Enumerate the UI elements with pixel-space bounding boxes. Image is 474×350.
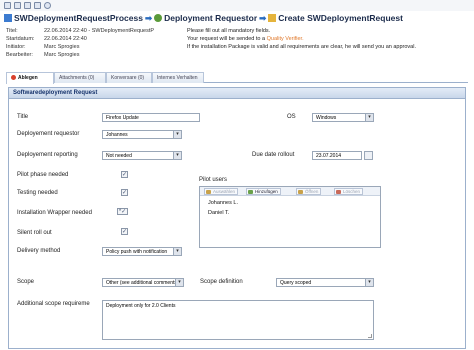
os-select[interactable]: Windows ▾ [312,113,374,122]
wrapper-label: Installation Wrapper needed [17,210,92,216]
scope-definition-label: Scope definition [200,279,243,285]
tab-label: Internes Verhalten [157,75,198,81]
list-item[interactable]: Johannes L. [208,200,238,206]
print-icon[interactable] [24,2,31,9]
select-icon [206,190,211,194]
toolbar [0,0,474,11]
task-icon [268,14,277,22]
pilot-phase-checkbox[interactable]: ✓ [121,171,128,178]
silent-label: Silent roll out [17,230,52,236]
requestor-select[interactable]: Johannes ▾ [102,130,182,139]
meta-value-editor: Marc Sprogies [44,52,80,58]
chevron-down-icon[interactable]: ▾ [173,248,181,255]
additional-scope-value: Deployment only for 2.0 Clients [106,303,176,309]
tab-konversare[interactable]: Konversare (0) [106,72,152,83]
title-input[interactable]: Firefox Update [102,113,200,122]
process-step-2: Deployment Requestor [164,13,258,23]
tab-attachments[interactable]: Attachments (0) [54,72,106,83]
button-label: Hinzufügen [255,189,278,194]
wrapper-checkbox[interactable]: *✓ [117,208,128,215]
scope-definition-value: Query scoped [280,280,312,286]
reporting-label: Deployement reporting [17,152,78,158]
tab-label: Attachments (0) [59,75,95,81]
add-user-button[interactable]: Hinzufügen [246,188,281,195]
tab-internes-verhalten[interactable]: Internes Verhalten [152,72,204,83]
select-user-button[interactable]: Auswählen [204,188,239,195]
title-label: Title [17,114,29,120]
info-line-2-prefix: Your request will be sended to a [187,36,267,42]
chevron-down-icon[interactable]: ▾ [365,114,373,121]
additional-scope-textarea[interactable]: Deployment only for 2.0 Clients [102,300,374,340]
testing-label: Testing needed [17,190,58,196]
process-step-3: Create SWDeploymentRequest [278,13,403,23]
os-label: OS [287,114,296,120]
delete-user-button[interactable]: Löschen [334,188,364,195]
tab-label: Konversare (0) [111,75,145,81]
tab-ablegen[interactable]: Ablegen [6,72,54,84]
meta-value-title: 22.06.2014 22:40 - SWDeploymentRequestP [44,28,155,34]
save-icon[interactable] [4,2,11,9]
chevron-down-icon[interactable]: ▾ [175,279,183,286]
meta-label-initiator: Initiator: [6,44,26,50]
panel-title: Softwaredeployment Request [9,88,465,99]
reporting-select[interactable]: Not needed ▾ [102,151,182,160]
due-date-label: Due date rollout [252,152,295,158]
process-breadcrumb: SWDeploymentRequestProcess ➡ Deployment Re… [4,13,403,24]
help-icon[interactable] [44,2,51,9]
scope-definition-select[interactable]: Query scoped ▾ [276,278,374,287]
resize-grip-icon[interactable] [368,334,372,338]
requestor-label: Deployement requestor [17,131,80,137]
scope-label: Scope [17,279,35,285]
scope-select[interactable]: Other (see additional comments) ▾ [102,278,184,287]
due-date-input[interactable]: 23.07.2014 [312,151,362,160]
delivery-value: Policy push with notification [106,249,168,255]
open-icon [298,190,303,194]
meta-label-title: Titel: [6,28,18,34]
list-item[interactable]: Daniel T. [208,210,229,216]
tab-label: Ablegen [18,75,38,81]
reporting-value: Not needed [106,153,132,159]
open-user-button[interactable]: Öffnen [296,188,322,195]
chevron-down-icon[interactable]: ▾ [173,152,181,159]
info-line-3: If the installation Package is valid and… [187,44,416,50]
meta-value-start: 22.06.2014 22:40 [44,36,87,42]
button-label: Auswählen [213,189,236,194]
button-label: Löschen [343,189,361,194]
tab-bar: Ablegen Attachments (0) Konversare (0) I… [6,72,468,84]
process-icon [4,14,12,22]
meta-label-editor: Bearbeiter: [6,52,33,58]
meta-value-initiator: Marc Sprogies [44,44,80,50]
pilot-users-label: Pilot users [199,177,228,183]
add-icon [248,190,253,194]
pilot-phase-label: Pilot phase needed [17,172,69,178]
calendar-icon[interactable] [364,151,373,160]
user-icon [154,14,163,22]
info-line-1: Please fill out all mandatory fields. [187,28,271,34]
delivery-label: Delivery method [17,248,61,254]
arrow-right-icon: ➡ [144,13,153,23]
requestor-value: Johannes [106,132,128,138]
additional-scope-label: Additional scope requireme [17,301,90,307]
pilot-users-toolbar: Auswählen Hinzufügen Öffnen Löschen [200,187,380,196]
meta-label-start: Startdatum: [6,36,35,42]
testing-checkbox[interactable]: ✓ [121,189,128,196]
silent-checkbox[interactable]: ✓ [121,228,128,235]
button-label: Öffnen [305,189,319,194]
chevron-down-icon[interactable]: ▾ [173,131,181,138]
delete-icon [336,190,341,194]
required-dot-icon [11,75,16,80]
delivery-select[interactable]: Policy push with notification ▾ [102,247,182,256]
mail-icon[interactable] [34,2,41,9]
info-line-2: Your request will be sended to a Quality… [187,36,304,42]
quality-verifier-link[interactable]: Quality Verifier. [267,36,304,42]
os-value: Windows [316,115,337,121]
process-step-1: SWDeploymentRequestProcess [14,13,143,23]
arrow-right-icon: ➡ [259,13,267,23]
scope-value: Other (see additional comments) [106,280,179,286]
refresh-icon[interactable] [14,2,21,9]
chevron-down-icon[interactable]: ▾ [365,279,373,286]
